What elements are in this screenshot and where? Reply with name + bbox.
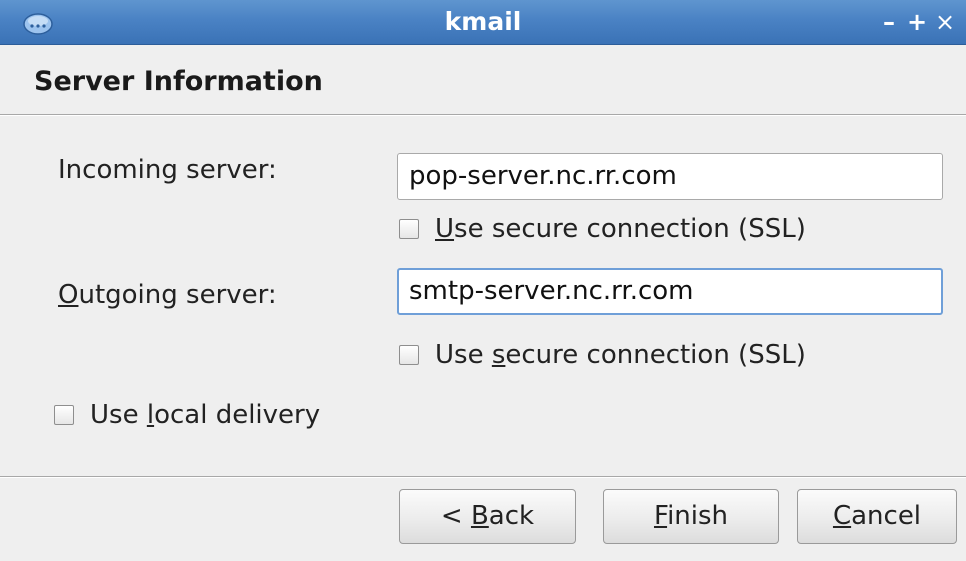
incoming-ssl-checkbox[interactable] bbox=[399, 219, 419, 239]
incoming-server-field[interactable]: pop-server.nc.rr.com bbox=[397, 153, 943, 200]
local-delivery-checkbox-row[interactable]: Use local delivery bbox=[54, 400, 320, 430]
outgoing-server-label: Outgoing server: bbox=[58, 280, 277, 310]
local-delivery-label: Use local delivery bbox=[90, 400, 321, 430]
window-title: kmail bbox=[444, 7, 522, 36]
minimize-button[interactable]: – bbox=[878, 8, 900, 36]
maximize-button[interactable]: + bbox=[906, 8, 928, 36]
outgoing-ssl-checkbox[interactable] bbox=[399, 345, 419, 365]
incoming-ssl-checkbox-row[interactable]: Use secure connection (SSL) bbox=[399, 214, 806, 244]
back-button[interactable]: < Back bbox=[399, 489, 576, 544]
outgoing-server-field[interactable]: smtp-server.nc.rr.com bbox=[397, 268, 943, 315]
cancel-button[interactable]: Cancel bbox=[797, 489, 957, 544]
page-title: Server Information bbox=[34, 66, 323, 97]
close-button[interactable]: × bbox=[934, 8, 956, 36]
header-divider bbox=[0, 114, 966, 116]
incoming-server-label: Incoming server: bbox=[58, 155, 277, 185]
incoming-ssl-label: Use secure connection (SSL) bbox=[435, 214, 806, 244]
finish-button[interactable]: Finish bbox=[603, 489, 779, 544]
local-delivery-checkbox[interactable] bbox=[54, 405, 74, 425]
window-titlebar[interactable]: kmail – + × bbox=[0, 0, 966, 45]
outgoing-ssl-checkbox-row[interactable]: Use secure connection (SSL) bbox=[399, 340, 806, 370]
footer-divider bbox=[0, 476, 966, 478]
outgoing-ssl-label: Use secure connection (SSL) bbox=[435, 340, 806, 370]
